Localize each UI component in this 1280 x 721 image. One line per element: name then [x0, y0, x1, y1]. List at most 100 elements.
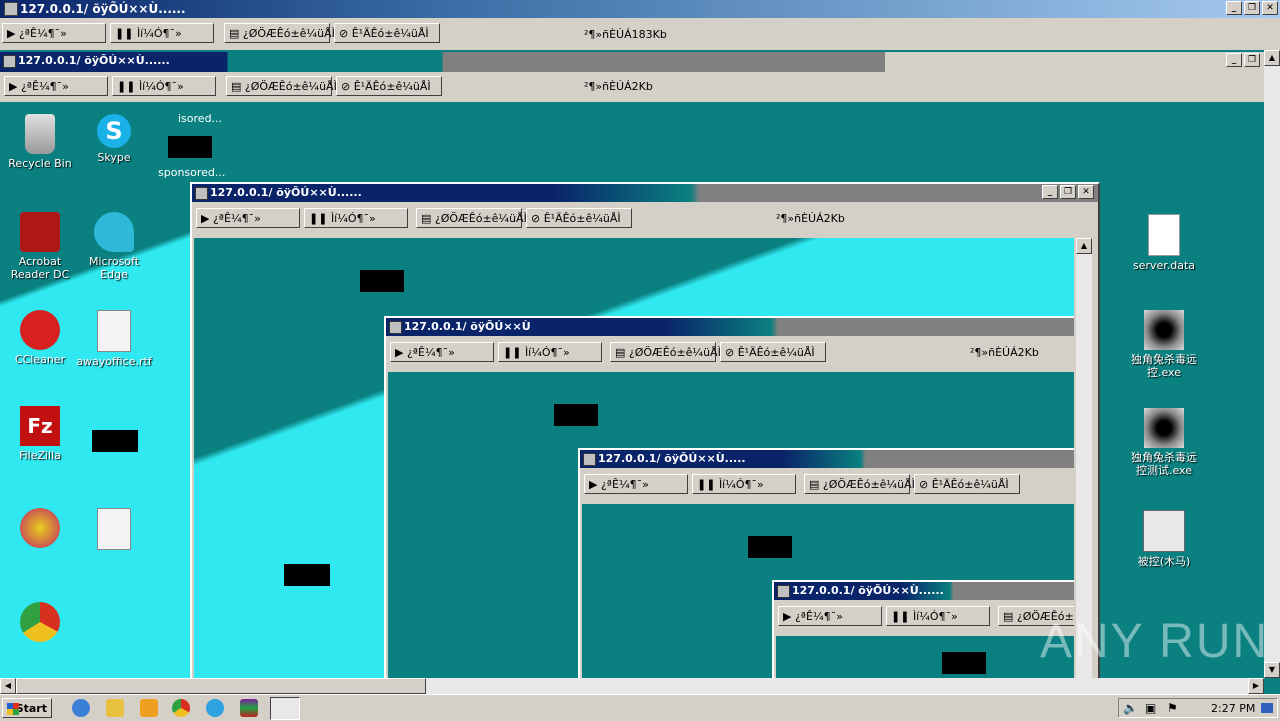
- play-button[interactable]: ▶ ¿ªÊ¼¶¯»: [196, 208, 300, 228]
- remote-title: 127.0.0.1/ õÿÕÚ××Ù......: [18, 54, 170, 67]
- nested-titlebar: 127.0.0.1/ õÿÕÚ××Ù: [386, 318, 1074, 336]
- app-icon: [583, 453, 596, 466]
- remote-view[interactable]: 127.0.0.1/ õÿÕÚ××Ù...... _ ❐ ▶ ¿ªÊ¼¶¯» ❚…: [0, 50, 1264, 694]
- minimize-button[interactable]: _: [1226, 53, 1242, 67]
- capture-button[interactable]: ▤ ¿ØÖÆÊó±ê¼üÅÌ: [610, 342, 721, 362]
- close-button[interactable]: ✕: [1078, 185, 1094, 199]
- nested-remote-view[interactable]: 127.0.0.1/ õÿÕÚ××Ù..... ▶ ¿ªÊ¼¶¯» ❚❚ Ìí¼…: [388, 372, 1074, 694]
- capture-label: ¿ØÖÆÊó±ê¼üÅÌ: [244, 80, 337, 93]
- pause-button[interactable]: ❚❚ Ìí¼Ó¶¯»: [110, 23, 214, 43]
- scroll-right-arrow[interactable]: ▶: [1248, 678, 1264, 694]
- play-button[interactable]: ▶ ¿ªÊ¼¶¯»: [778, 606, 882, 626]
- pause-button[interactable]: ❚❚ Ìí¼Ó¶¯»: [692, 474, 796, 494]
- nested-window[interactable]: 127.0.0.1/ õÿÕÚ××Ù...... ▶ ¿ªÊ¼¶¯» ❚❚ Ìí…: [772, 580, 1074, 694]
- capture-label: ¿ØÖÆÊó±ê¼üÅÌ: [434, 212, 527, 225]
- app-icon: [4, 2, 18, 16]
- pause-button[interactable]: ❚❚ Ìí¼Ó¶¯»: [886, 606, 990, 626]
- desktop-icon-remote-exe[interactable]: 独角兔杀毒远控.exe: [1126, 310, 1202, 379]
- close-button[interactable]: ✕: [1262, 1, 1278, 15]
- start-label: Start: [15, 702, 47, 715]
- redacted-block: [554, 404, 598, 426]
- horizontal-scrollbar[interactable]: ◀ ▶: [0, 678, 1264, 694]
- capture-button[interactable]: ▤ ¿ØÖÆÊó±ê¼üÅÌ: [416, 208, 527, 228]
- desktop-icon-awayoffice[interactable]: awayoffice.rtf: [76, 310, 152, 368]
- nested-remote-view[interactable]: 127.0.0.1/ õÿÕÚ××Ù...... ▶ ¿ªÊ¼¶¯» ❚❚ Ìí…: [582, 504, 1074, 694]
- desktop-icon-filezilla[interactable]: Fz FileZilla: [2, 406, 78, 462]
- stop-label: Ê¹ÄÊó±ê¼üÅÌ: [737, 346, 815, 359]
- play-button[interactable]: ▶ ¿ªÊ¼¶¯»: [390, 342, 494, 362]
- icon-label: FileZilla: [19, 449, 61, 462]
- ie-icon[interactable]: [72, 699, 90, 717]
- capture-button[interactable]: ▤ ¿ØÖÆÊó±ê¼üÅÌ: [804, 474, 915, 494]
- start-button[interactable]: Start: [2, 698, 52, 718]
- desktop-icon-chrome[interactable]: [2, 602, 78, 645]
- icon-label: awayoffice.rtf: [76, 355, 152, 368]
- media-player-icon[interactable]: [140, 699, 158, 717]
- stop-button[interactable]: ⊘ Ê¹ÄÊó±ê¼üÅÌ: [526, 208, 632, 228]
- stop-button[interactable]: ⊘ Ê¹ÄÊó±ê¼üÅÌ: [720, 342, 826, 362]
- winrar-icon[interactable]: [240, 699, 258, 717]
- watermark: ANY RUN: [1040, 615, 1270, 668]
- app-icon: [195, 187, 208, 200]
- pause-button[interactable]: ❚❚ Ìí¼Ó¶¯»: [304, 208, 408, 228]
- restore-button[interactable]: ❐: [1060, 185, 1076, 199]
- capture-label: ¿ØÖÆÊó±ê¼üÅÌ: [242, 27, 335, 40]
- flag-icon[interactable]: ⚑: [1167, 701, 1178, 715]
- nested-remote-view[interactable]: 127.0.0.1/ õÿÕÚ××Ù ▶ ¿ªÊ¼¶¯» ❚❚ Ìí¼Ó¶¯» …: [194, 238, 1074, 694]
- desktop-icon-server-data[interactable]: server.data: [1126, 214, 1202, 272]
- stop-button[interactable]: ⊘ Ê¹ÄÊó±ê¼üÅÌ: [334, 23, 440, 43]
- recycle-bin-icon: [25, 114, 55, 154]
- pause-button[interactable]: ❚❚ Ìí¼Ó¶¯»: [112, 76, 216, 96]
- restore-button[interactable]: ❐: [1244, 53, 1260, 67]
- desktop-icon-doc2[interactable]: [76, 508, 152, 553]
- desktop-icon-misc[interactable]: [2, 508, 78, 551]
- scroll-left-arrow[interactable]: ◀: [0, 678, 16, 694]
- redacted-block: [360, 270, 404, 292]
- volume-icon[interactable]: 🔈: [1123, 701, 1138, 715]
- nested-window[interactable]: 127.0.0.1/ õÿÕÚ××Ù..... ▶ ¿ªÊ¼¶¯» ❚❚ Ìí¼…: [578, 448, 1074, 694]
- capture-button[interactable]: ▤ ¿ØÖÆÊó±ê¼üÅÌ: [224, 23, 335, 43]
- play-button[interactable]: ▶ ¿ªÊ¼¶¯»: [4, 76, 108, 96]
- desktop-icon-remote-test-exe[interactable]: 独角兔杀毒远控测试.exe: [1126, 408, 1202, 477]
- folder-icon[interactable]: [106, 699, 124, 717]
- nested-window[interactable]: 127.0.0.1/ õÿÕÚ××Ù...... _ ❐ ✕ ▶ ¿ªÊ¼¶¯»…: [190, 182, 1100, 694]
- desktop-icon-trojan[interactable]: 被控(木马): [1126, 510, 1202, 568]
- ccleaner-icon: [20, 310, 60, 350]
- scroll-up-arrow[interactable]: ▲: [1076, 238, 1092, 254]
- show-desktop-icon[interactable]: [1261, 703, 1273, 713]
- desktop-icon-skype[interactable]: S Skype: [76, 114, 152, 164]
- status-text: ²¶»ñÈÚÁ2Kb: [970, 346, 1039, 359]
- play-label: ¿ªÊ¼¶¯»: [18, 27, 67, 40]
- pause-button[interactable]: ❚❚ Ìí¼Ó¶¯»: [498, 342, 602, 362]
- play-label: ¿ªÊ¼¶¯»: [406, 346, 455, 359]
- scroll-up-arrow[interactable]: ▲: [1264, 50, 1280, 66]
- minimize-button[interactable]: _: [1042, 185, 1058, 199]
- edge-icon[interactable]: [206, 699, 224, 717]
- icon-label: CCleaner: [14, 353, 66, 366]
- status-text: ²¶»ñÈÚÁ183Kb: [584, 28, 667, 41]
- desktop-icon-recycle-bin[interactable]: Recycle Bin: [2, 114, 78, 170]
- remote-toolbar: ▶ ¿ªÊ¼¶¯» ❚❚ Ìí¼Ó¶¯» ▤ ¿ØÖÆÊó±ê¼üÅÌ ⊘ Ê¹…: [0, 72, 1264, 102]
- scroll-thumb[interactable]: [16, 678, 426, 694]
- icon-label: 被控(木马): [1137, 555, 1191, 568]
- icon-label: Recycle Bin: [8, 157, 72, 170]
- vertical-scrollbar[interactable]: ▲ ▼: [1264, 50, 1280, 678]
- edge-icon: [94, 212, 134, 252]
- restore-button[interactable]: ❐: [1244, 1, 1260, 15]
- play-button[interactable]: ▶ ¿ªÊ¼¶¯»: [584, 474, 688, 494]
- chrome-icon[interactable]: [172, 699, 190, 717]
- desktop-icon-ccleaner[interactable]: CCleaner: [2, 310, 78, 366]
- desktop-icon-acrobat[interactable]: Acrobat Reader DC: [2, 212, 78, 281]
- window-icon: [1143, 510, 1185, 552]
- stop-button[interactable]: ⊘ Ê¹ÄÊó±ê¼üÅÌ: [914, 474, 1020, 494]
- stop-button[interactable]: ⊘ Ê¹ÄÊó±ê¼üÅÌ: [336, 76, 442, 96]
- nested-title: 127.0.0.1/ õÿÕÚ××Ù......: [792, 584, 944, 597]
- capture-button[interactable]: ▤ ¿ØÖÆÊó±ê¼üÅÌ: [226, 76, 337, 96]
- desktop-icon-edge[interactable]: Microsoft Edge: [76, 212, 152, 281]
- minimize-button[interactable]: _: [1226, 1, 1242, 15]
- network-icon[interactable]: ▣: [1145, 701, 1156, 715]
- taskbar-active-app[interactable]: [270, 697, 300, 720]
- nested-window[interactable]: 127.0.0.1/ õÿÕÚ××Ù ▶ ¿ªÊ¼¶¯» ❚❚ Ìí¼Ó¶¯» …: [384, 316, 1074, 694]
- play-label: ¿ªÊ¼¶¯»: [794, 610, 843, 623]
- play-button[interactable]: ▶ ¿ªÊ¼¶¯»: [2, 23, 106, 43]
